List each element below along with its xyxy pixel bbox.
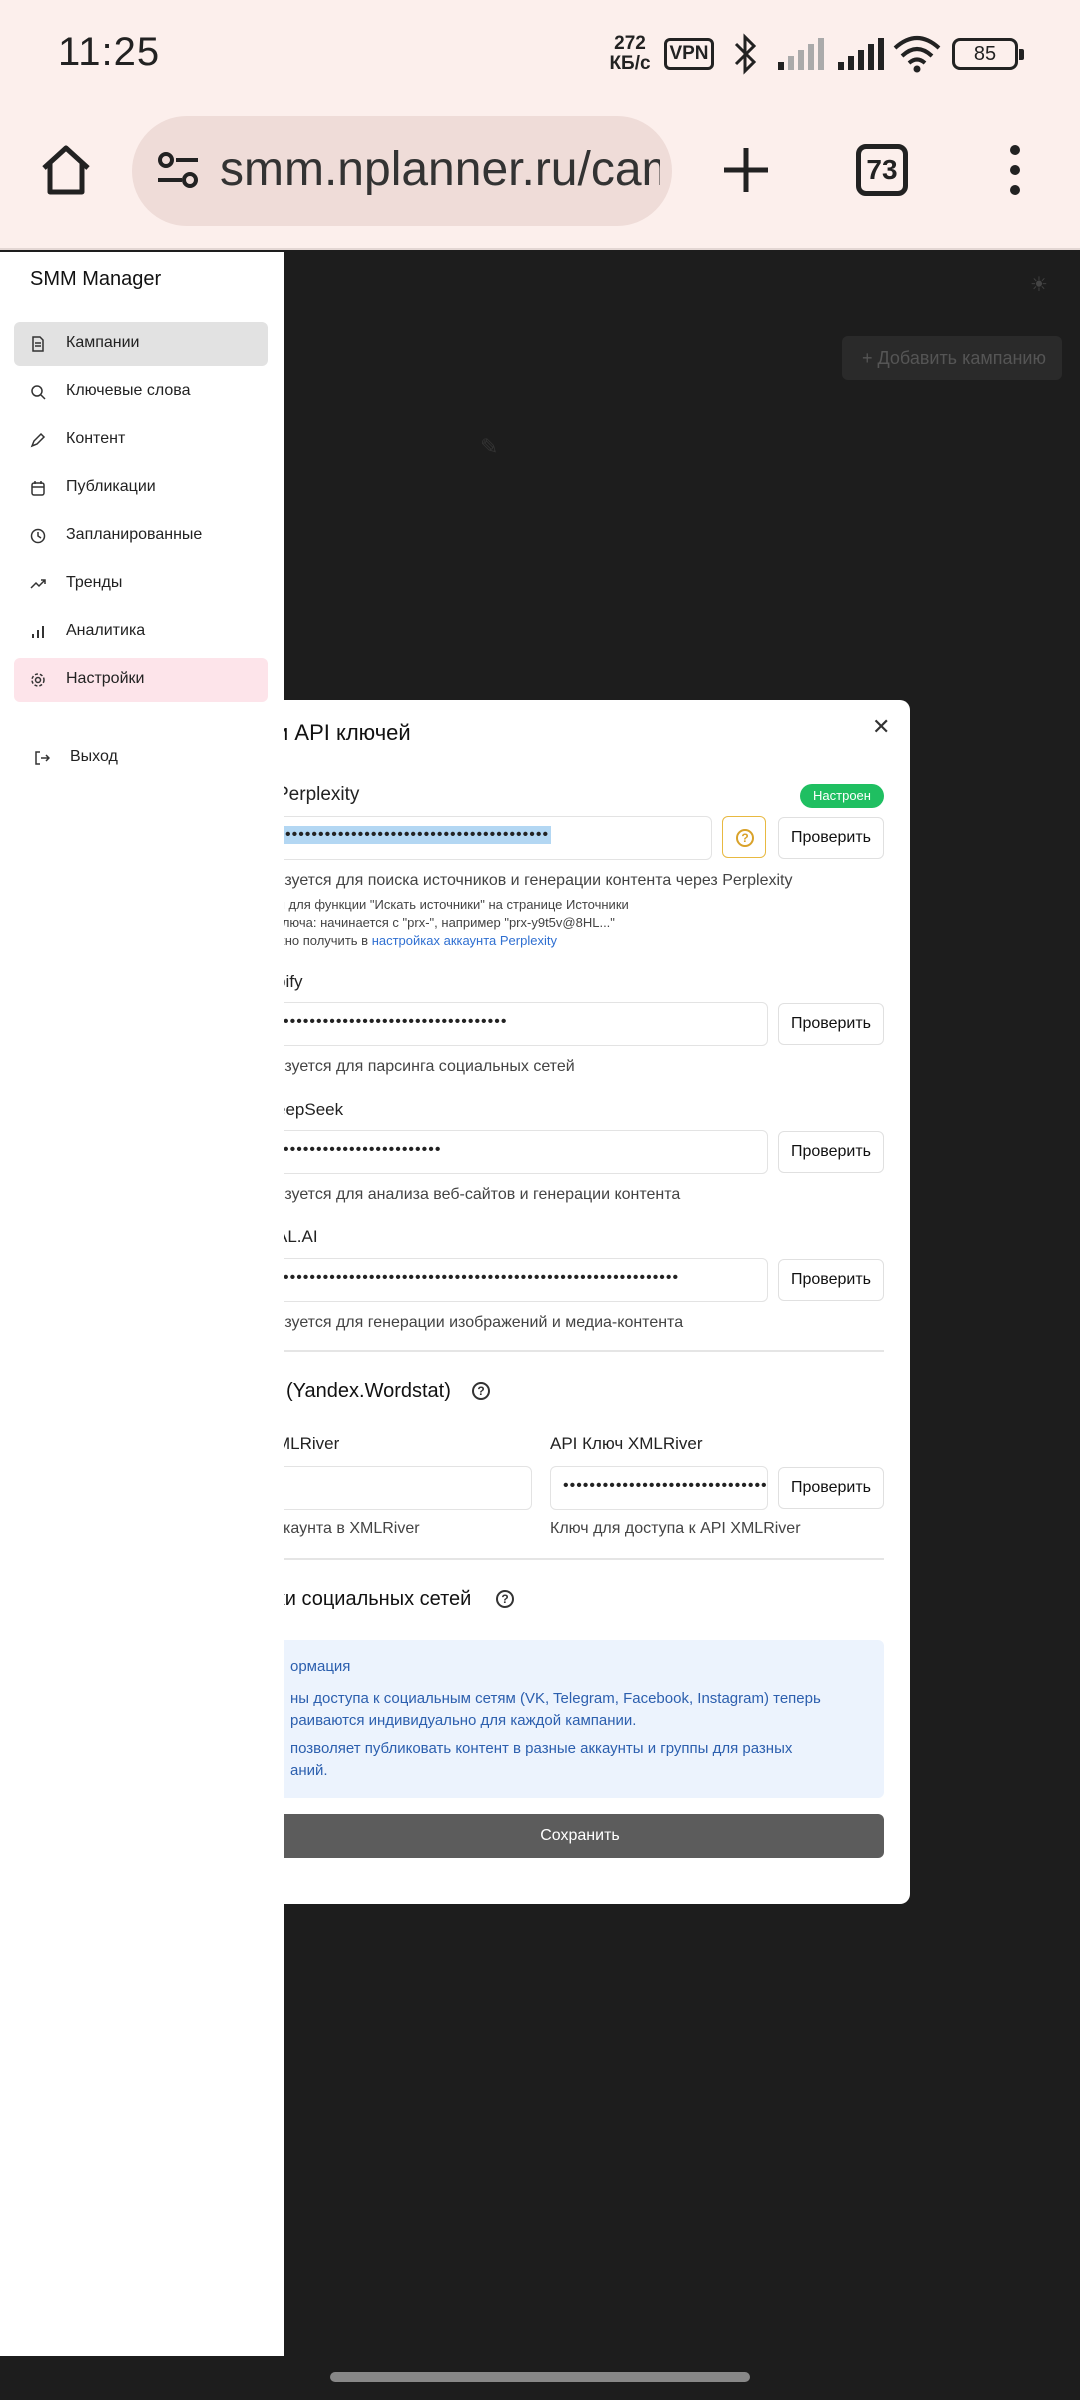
status-badge: Настроен bbox=[800, 784, 884, 808]
question-icon: ? bbox=[736, 829, 754, 847]
sidebar-item-trends[interactable]: Тренды bbox=[14, 562, 268, 606]
status-bar: 11:25 272 КБ/с VPN 85 bbox=[0, 0, 1080, 110]
xmlriver-key-hint: Ключ для доступа к API XMLRiver bbox=[550, 1520, 801, 1537]
question-icon[interactable]: ? bbox=[472, 1382, 490, 1400]
deepseek-check-button[interactable]: Проверить bbox=[778, 1131, 884, 1173]
trend-icon bbox=[30, 579, 46, 589]
sidebar: SMM Manager Кампании Ключевые слова Конт… bbox=[0, 252, 284, 2356]
sidebar-item-publications[interactable]: Публикации bbox=[14, 466, 268, 510]
sidebar-item-label: Ключевые слова bbox=[66, 382, 191, 399]
sidebar-item-scheduled[interactable]: Запланированные bbox=[14, 514, 268, 558]
new-tab-icon[interactable] bbox=[716, 140, 776, 200]
perplexity-key-input[interactable]: •••••••••••••••••••••••••••••••••••••••• bbox=[270, 816, 712, 860]
info-line: позволяет публиковать контент в разные а… bbox=[290, 1740, 793, 1757]
home-indicator[interactable] bbox=[330, 2372, 750, 2382]
sidebar-item-keywords[interactable]: Ключевые слова bbox=[14, 370, 268, 414]
browser-toolbar: smm.nplanner.ru/camp 73 bbox=[0, 110, 1080, 250]
sidebar-item-content[interactable]: Контент bbox=[14, 418, 268, 462]
tab-switcher-button[interactable]: 73 bbox=[856, 144, 908, 196]
pencil-icon: ✎ bbox=[480, 434, 499, 459]
sidebar-item-label: Запланированные bbox=[66, 526, 203, 543]
logout-button[interactable]: Выход bbox=[14, 736, 268, 780]
perplexity-hint: ьзуется для поиска источников и генераци… bbox=[276, 872, 793, 889]
sidebar-item-label: Публикации bbox=[66, 478, 156, 495]
battery-indicator: 85 bbox=[952, 38, 1024, 70]
question-icon[interactable]: ? bbox=[496, 1590, 514, 1608]
divider bbox=[276, 1350, 884, 1352]
info-box: ормация ны доступа к социальным сетям (V… bbox=[276, 1640, 884, 1798]
perplexity-note-3: жно получить в настройках аккаунта Perpl… bbox=[276, 933, 557, 948]
xmlriver-key-label: API Ключ XMLRiver bbox=[550, 1434, 703, 1453]
url-text[interactable]: smm.nplanner.ru/camp bbox=[220, 142, 660, 197]
perplexity-check-button[interactable]: Проверить bbox=[778, 817, 884, 859]
apify-hint: ьзуется для парсинга социальных сетей bbox=[276, 1058, 575, 1075]
perplexity-label: Perplexity bbox=[276, 784, 360, 805]
xmlriver-user-hint: ккаунта в XMLRiver bbox=[276, 1520, 420, 1537]
clock-icon bbox=[30, 528, 46, 544]
perplexity-note-1: м для функции "Искать источники" на стра… bbox=[276, 897, 629, 912]
perplexity-settings-link[interactable]: настройках аккаунта Perplexity bbox=[372, 933, 557, 948]
add-campaign-button[interactable]: + Добавить кампанию bbox=[842, 336, 1062, 380]
info-line: аний. bbox=[290, 1762, 328, 1779]
signal-1-icon bbox=[778, 38, 824, 70]
sidebar-item-campaigns[interactable]: Кампании bbox=[14, 322, 268, 366]
falai-hint: ьзуется для генерации изображений и меди… bbox=[276, 1314, 684, 1331]
info-title: ормация bbox=[290, 1658, 351, 1675]
network-speed: 272 КБ/с bbox=[609, 33, 651, 74]
sidebar-item-analytics[interactable]: Аналитика bbox=[14, 610, 268, 654]
address-bar[interactable]: smm.nplanner.ru/camp bbox=[132, 116, 672, 226]
xmlriver-user-input[interactable] bbox=[270, 1466, 532, 1510]
pen-icon bbox=[30, 432, 46, 448]
overflow-menu-icon[interactable] bbox=[1000, 140, 1030, 200]
deepseek-key-input[interactable]: •••••••••••••••••••••••• bbox=[270, 1130, 768, 1174]
sidebar-item-label: Настройки bbox=[66, 670, 145, 687]
help-button[interactable]: ? bbox=[722, 816, 766, 858]
logout-label: Выход bbox=[70, 748, 118, 765]
document-icon bbox=[32, 336, 44, 352]
sidebar-item-label: Тренды bbox=[66, 574, 123, 591]
apify-key-input[interactable]: •••••••••••••••••••••••••••••••••• bbox=[270, 1002, 768, 1046]
perplexity-note-2: ключа: начинается с "prx-", например "pr… bbox=[276, 915, 615, 930]
xmlriver-check-button[interactable]: Проверить bbox=[778, 1467, 884, 1509]
deepseek-hint: ьзуется для анализа веб-сайтов и генерац… bbox=[276, 1186, 681, 1203]
deepseek-label: eepSeek bbox=[276, 1100, 344, 1119]
calendar-icon bbox=[31, 481, 45, 496]
wordstat-section-title: (Yandex.Wordstat) bbox=[286, 1380, 451, 1402]
falai-key-input[interactable]: ••••••••••••••••••••••••••••••••••••••••… bbox=[270, 1258, 768, 1302]
sidebar-item-label: Кампании bbox=[66, 334, 140, 351]
divider bbox=[276, 1558, 884, 1560]
save-button[interactable]: Сохранить bbox=[276, 1814, 884, 1858]
clock: 11:25 bbox=[58, 30, 161, 74]
bar-chart-icon bbox=[32, 626, 44, 638]
info-line: раиваются индивидуально для каждой кампа… bbox=[290, 1712, 637, 1729]
logout-icon bbox=[35, 751, 50, 765]
site-settings-icon[interactable] bbox=[154, 146, 204, 196]
vpn-badge: VPN bbox=[664, 38, 714, 70]
apify-check-button[interactable]: Проверить bbox=[778, 1003, 884, 1045]
search-icon bbox=[31, 385, 46, 400]
info-line: ны доступа к социальным сетям (VK, Teleg… bbox=[290, 1690, 821, 1707]
home-icon[interactable] bbox=[36, 140, 96, 200]
wifi-icon bbox=[893, 36, 941, 73]
gear-icon bbox=[31, 673, 45, 687]
social-section-title: ки социальных сетей bbox=[276, 1588, 472, 1610]
theme-toggle-icon[interactable]: ☀ bbox=[1030, 272, 1048, 297]
xmlriver-key-input[interactable]: •••••••••••••••••••••••••••••••••••• bbox=[550, 1466, 768, 1510]
sidebar-item-settings[interactable]: Настройки bbox=[14, 658, 268, 702]
modal-title: и API ключей bbox=[276, 720, 411, 745]
app-title: SMM Manager bbox=[30, 268, 162, 290]
close-icon[interactable]: ✕ bbox=[872, 714, 890, 740]
xmlriver-user-label: MLRiver bbox=[276, 1434, 340, 1453]
sidebar-item-label: Контент bbox=[66, 430, 126, 447]
bluetooth-icon bbox=[734, 33, 757, 75]
signal-2-icon bbox=[838, 38, 884, 70]
falai-check-button[interactable]: Проверить bbox=[778, 1259, 884, 1301]
sidebar-item-label: Аналитика bbox=[66, 622, 146, 639]
